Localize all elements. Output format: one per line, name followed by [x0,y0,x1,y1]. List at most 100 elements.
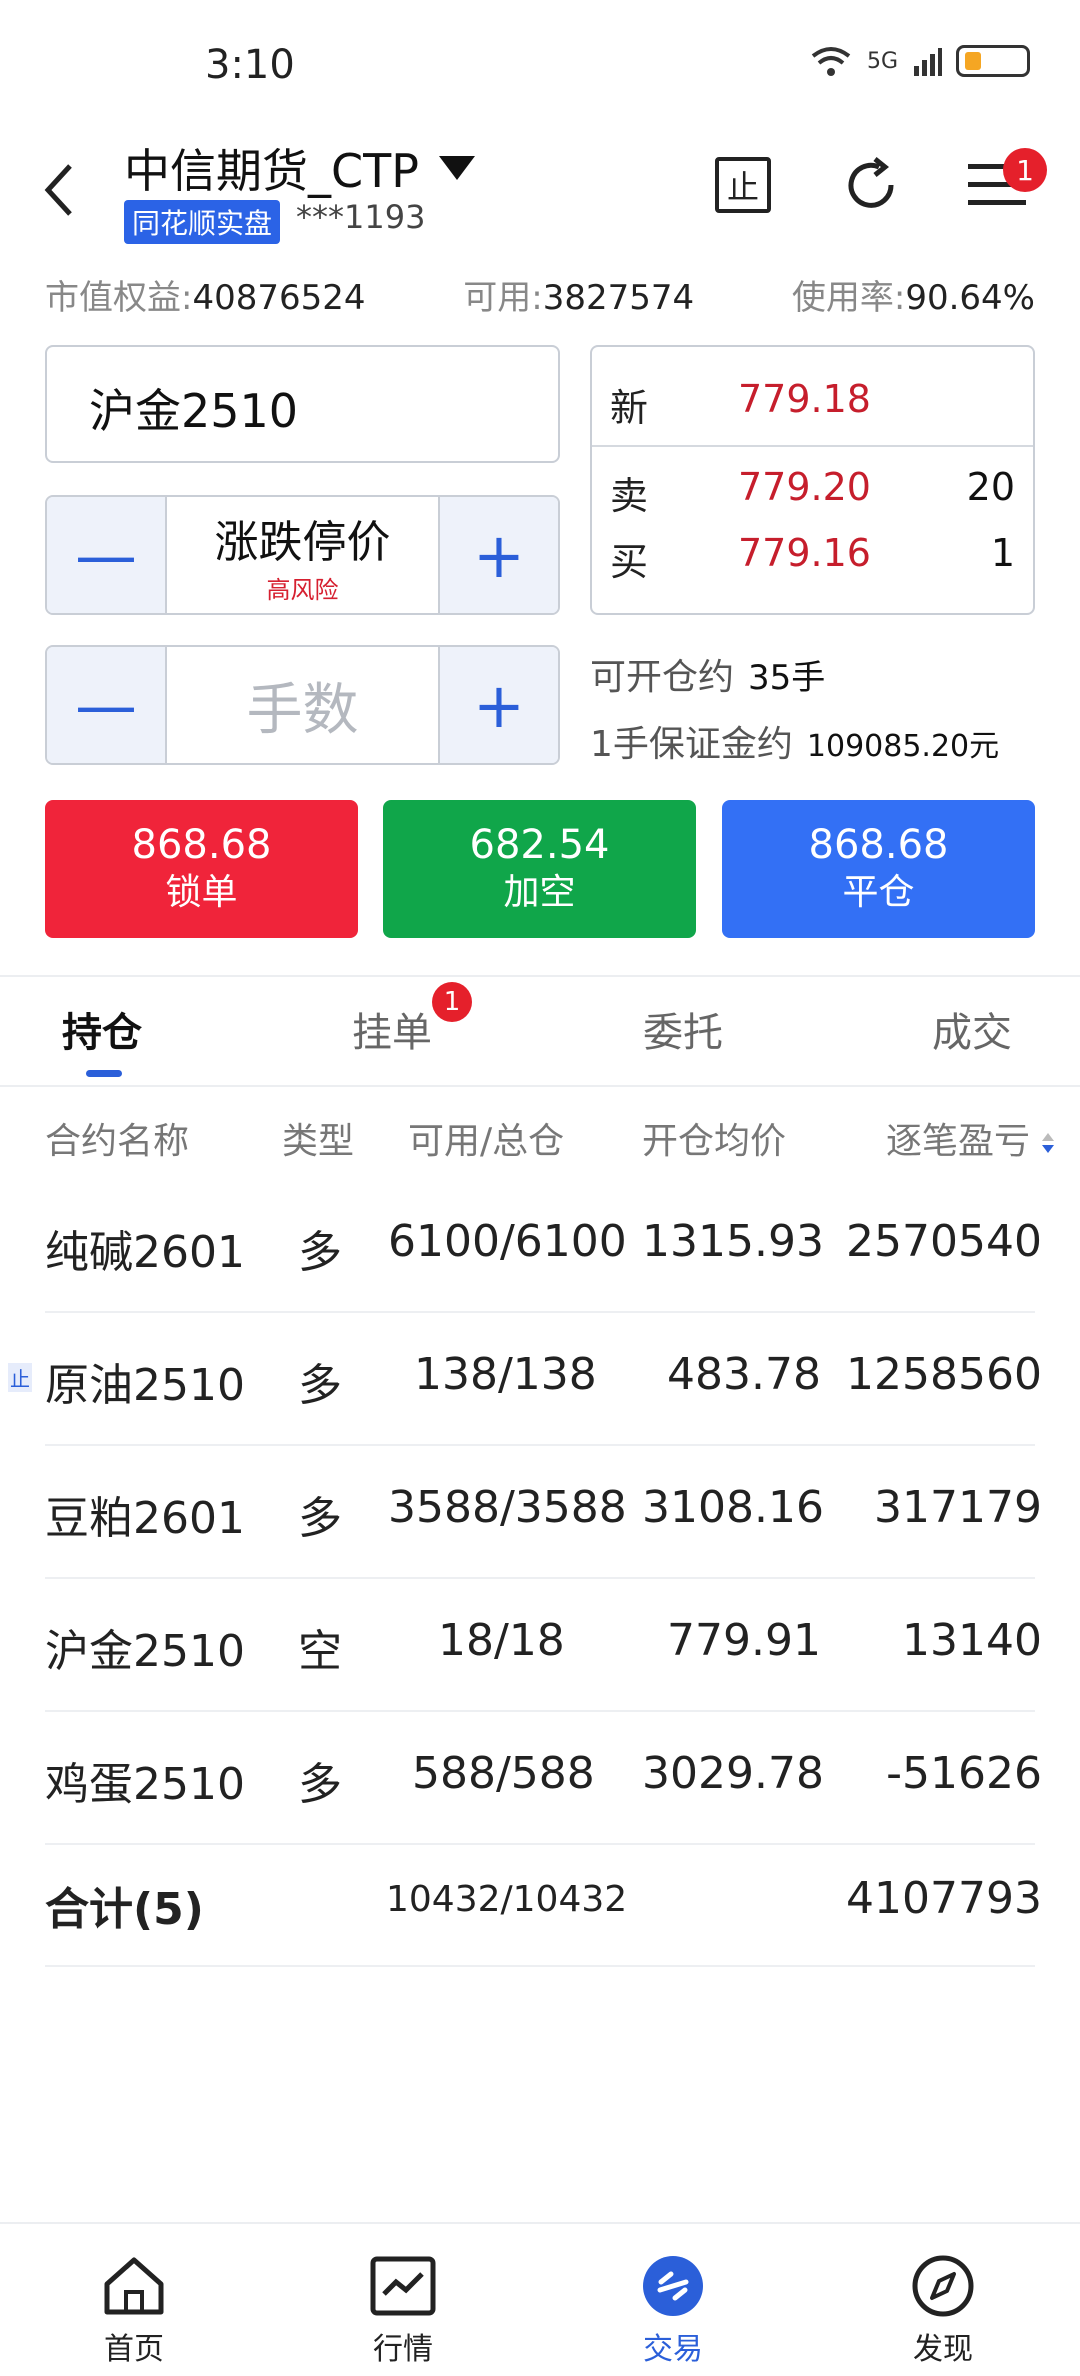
nav-trade[interactable]: 交易 [593,2254,753,2368]
account-switcher[interactable]: 中信期货_CTP [124,135,475,201]
price-type-label: 涨跌停价 [214,516,391,568]
row-pnl: -51626 [886,1748,1042,1799]
nav-home[interactable]: 首页 [54,2254,214,2368]
col-qty: 可用/总仓 [408,1121,565,1162]
sort-icon [1042,1133,1055,1153]
row-type: 空 [298,1626,342,1677]
col-type: 类型 [282,1121,355,1162]
row-qty: 588/588 [412,1748,595,1799]
usage-label: 使用率: [791,278,906,318]
row-name: 豆粕2601 [45,1493,245,1544]
can-open-info: 可开仓约 35手 [590,648,825,700]
qty-input[interactable]: 手数 [165,647,440,763]
stop-tag-icon: 止 [8,1363,32,1392]
total-row: 合计(5) 10432/10432 4107793 [0,1845,1080,1967]
signal-icon [914,48,942,76]
available-value: 3827574 [542,278,695,318]
back-icon[interactable] [40,160,80,220]
add-short-price: 682.54 [469,822,610,868]
price-decrease-button[interactable]: — [47,497,165,613]
can-open-label: 可开仓约 [590,657,735,698]
row-type: 多 [298,1360,342,1411]
compass-icon [912,2255,974,2317]
table-row[interactable]: 鸡蛋2510 多 588/588 3029.78 -51626 [0,1712,1080,1845]
total-qty: 10432/10432 [386,1879,628,1920]
lock-button[interactable]: 868.68 锁单 [45,800,358,938]
can-open-value: 35手 [748,658,826,698]
usage-value: 90.64% [905,278,1035,318]
price-increase-button[interactable]: + [440,497,558,613]
available-label: 可用: [463,278,543,318]
row-name: 原油2510 [45,1360,245,1411]
lock-price: 868.68 [131,822,272,868]
status-icons: 5G [809,44,1030,78]
network-label: 5G [866,48,898,74]
col-avg: 开仓均价 [642,1121,787,1162]
bid-label: 买 [610,540,649,584]
col-name: 合约名称 [45,1121,190,1162]
tab-pending[interactable]: 挂单 [352,1000,432,1058]
last-label: 新 [610,386,649,430]
home-icon [104,2257,164,2315]
ask-label: 卖 [610,474,649,518]
stop-order-button[interactable]: 止 [708,150,778,220]
col-pnl-label: 逐笔盈亏 [886,1121,1031,1162]
ask-price[interactable]: 779.20 [738,465,967,520]
nav-market[interactable]: 行情 [323,2254,483,2368]
table-row[interactable]: 沪金2510 空 18/18 779.91 13140 [0,1579,1080,1712]
table-row[interactable]: 豆粕2601 多 3588/3588 3108.16 317179 [0,1446,1080,1579]
margin-value: 109085.20元 [806,729,1000,764]
lock-label: 锁单 [165,872,238,913]
risk-label: 高风险 [266,575,339,604]
row-name: 纯碱2601 [45,1227,245,1278]
row-name: 沪金2510 [45,1626,245,1677]
price-field[interactable]: 涨跌停价 高风险 [165,497,440,613]
nav-home-label: 首页 [104,2332,164,2367]
close-price: 868.68 [808,822,949,868]
row-qty: 18/18 [438,1615,565,1666]
qty-increase-button[interactable]: + [440,647,558,763]
qty-placeholder: 手数 [246,677,359,743]
battery-icon [956,45,1030,77]
col-pnl[interactable]: 逐笔盈亏 [886,1112,1055,1164]
usage: 使用率:90.64% [792,270,1035,319]
status-time: 3:10 [205,42,295,88]
row-type: 多 [298,1227,342,1278]
table-row[interactable]: 止 原油2510 多 138/138 483.78 1258560 [0,1313,1080,1446]
nav-trade-label: 交易 [643,2332,703,2367]
symbol-input[interactable]: 沪金2510 [45,345,560,463]
table-row[interactable]: 纯碱2601 多 6100/6100 1315.93 2570540 [0,1180,1080,1313]
row-pnl: 317179 [874,1482,1042,1533]
equity-value: 40876524 [192,278,366,318]
bid-volume: 1 [990,531,1015,575]
tab-positions[interactable]: 持仓 [62,1000,142,1058]
tab-trades[interactable]: 成交 [932,1000,1012,1058]
equity-label: 市值权益: [45,278,193,318]
bid-price[interactable]: 779.16 [738,531,991,586]
tabs-divider [0,1085,1080,1087]
qty-decrease-button[interactable]: — [47,647,165,763]
bottom-nav: 首页 行情 交易 发现 [0,2222,1080,2376]
add-short-button[interactable]: 682.54 加空 [383,800,696,938]
active-tab-indicator [86,1070,122,1077]
notification-badge: 1 [1003,148,1047,192]
quote-divider [592,445,1033,447]
close-position-button[interactable]: 868.68 平仓 [722,800,1035,938]
refresh-button[interactable] [836,150,906,220]
margin-info: 1手保证金约 109085.20元 [590,715,999,767]
total-pnl: 4107793 [846,1873,1042,1924]
row-qty: 6100/6100 [388,1216,627,1267]
row-name: 鸡蛋2510 [45,1759,245,1810]
funds-summary: 市值权益:40876524 可用:3827574 使用率:90.64% [45,270,1035,319]
last-price[interactable]: 779.18 [738,377,1015,432]
wifi-icon [811,47,851,76]
account-number: ***1193 [296,198,426,236]
row-divider [45,1965,1035,1967]
nav-discover[interactable]: 发现 [863,2254,1023,2368]
quantity-stepper: — 手数 + [45,645,560,765]
live-account-badge: 同花顺实盘 [124,200,281,244]
account-name: 中信期货_CTP [124,144,419,198]
row-avg: 779.91 [667,1615,821,1666]
tab-orders[interactable]: 委托 [643,1000,723,1058]
dropdown-caret-icon [438,156,475,180]
